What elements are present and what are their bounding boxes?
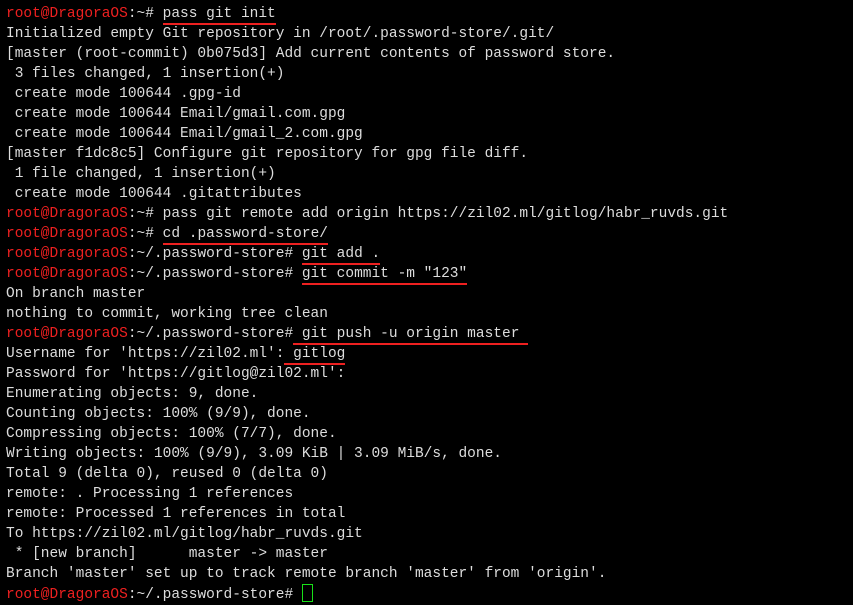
output-line: Enumerating objects: 9, done. (6, 384, 847, 404)
output-line: 1 file changed, 1 insertion(+) (6, 164, 847, 184)
prompt-user: root@DragoraOS (6, 246, 128, 262)
output-line: create mode 100644 Email/gmail_2.com.gpg (6, 124, 847, 144)
terminal-line[interactable]: root@DragoraOS:~# pass git init (6, 4, 847, 24)
prompt-user: root@DragoraOS (6, 326, 128, 342)
output-line: Branch 'master' set up to track remote b… (6, 564, 847, 584)
output-line: [master (root-commit) 0b075d3] Add curre… (6, 44, 847, 64)
output-line: 3 files changed, 1 insertion(+) (6, 64, 847, 84)
cmd-git-add: git add . (302, 246, 380, 265)
output-line: On branch master (6, 284, 847, 304)
output-line: [master f1dc8c5] Configure git repositor… (6, 144, 847, 164)
prompt-path: :~# (128, 206, 154, 222)
terminal-line[interactable]: root@DragoraOS:~/.password-store# git co… (6, 264, 847, 284)
output-line: create mode 100644 Email/gmail.com.gpg (6, 104, 847, 124)
output-line: Initialized empty Git repository in /roo… (6, 24, 847, 44)
output-line: Compressing objects: 100% (7/7), done. (6, 424, 847, 444)
prompt-path: :~# (128, 6, 154, 22)
terminal-line[interactable]: root@DragoraOS:~# cd .password-store/ (6, 224, 847, 244)
output-line: Counting objects: 100% (9/9), done. (6, 404, 847, 424)
prompt-user: root@DragoraOS (6, 6, 128, 22)
prompt-path: :~/.password-store# (128, 266, 293, 282)
output-line: Total 9 (delta 0), reused 0 (delta 0) (6, 464, 847, 484)
prompt-user: root@DragoraOS (6, 226, 128, 242)
output-line: create mode 100644 .gpg-id (6, 84, 847, 104)
output-line: remote: . Processing 1 references (6, 484, 847, 504)
terminal-line[interactable]: root@DragoraOS:~# pass git remote add or… (6, 204, 847, 224)
output-line: Writing objects: 100% (9/9), 3.09 KiB | … (6, 444, 847, 464)
terminal-line[interactable]: root@DragoraOS:~/.password-store# git ad… (6, 244, 847, 264)
cmd-cd-store: cd .password-store/ (163, 226, 328, 245)
output-line: remote: Processed 1 references in total (6, 504, 847, 524)
cmd-git-push: git push -u origin master (293, 326, 528, 345)
prompt-user: root@DragoraOS (6, 587, 128, 603)
terminal-line[interactable]: root@DragoraOS:~/.password-store# git pu… (6, 324, 847, 344)
prompt-user: root@DragoraOS (6, 266, 128, 282)
cmd-remote-add: pass git remote add origin https://zil02… (163, 206, 729, 222)
cursor (302, 584, 313, 602)
cmd-git-commit: git commit -m "123" (302, 266, 467, 285)
username-label: Username for 'https://zil02.ml': (6, 346, 284, 362)
prompt-user: root@DragoraOS (6, 206, 128, 222)
cmd-pass-git-init: pass git init (163, 6, 276, 25)
output-line: To https://zil02.ml/gitlog/habr_ruvds.gi… (6, 524, 847, 544)
output-line: nothing to commit, working tree clean (6, 304, 847, 324)
prompt-path: :~/.password-store# (128, 246, 293, 262)
output-line: Username for 'https://zil02.ml': gitlog (6, 344, 847, 364)
prompt-path: :~# (128, 226, 154, 242)
username-value: gitlog (284, 346, 345, 365)
prompt-path: :~/.password-store# (128, 326, 293, 342)
output-line: create mode 100644 .gitattributes (6, 184, 847, 204)
output-line: Password for 'https://gitlog@zil02.ml': (6, 364, 847, 384)
output-line: * [new branch] master -> master (6, 544, 847, 564)
prompt-path: :~/.password-store# (128, 587, 293, 603)
